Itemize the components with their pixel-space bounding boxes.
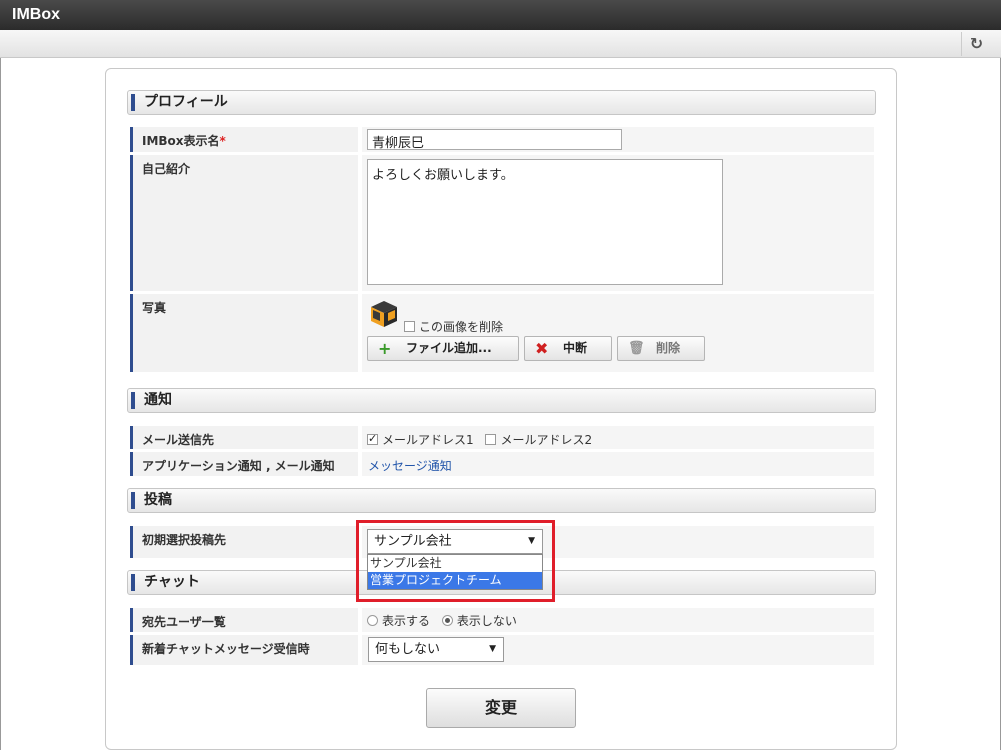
photo-placeholder-icon bbox=[371, 301, 397, 327]
recipient-list-options: 表示する 表示しない bbox=[367, 612, 517, 629]
add-file-button-label: ファイル追加... bbox=[406, 341, 492, 355]
initial-dest-selected: サンプル会社 bbox=[374, 534, 452, 549]
chevron-down-icon: ▼ bbox=[528, 536, 535, 546]
section-notification: 通知 bbox=[127, 388, 876, 413]
chevron-down-icon: ▼ bbox=[489, 644, 496, 654]
initial-dest-label: 初期選択投稿先 bbox=[130, 526, 358, 558]
add-file-button[interactable]: + ファイル追加... bbox=[367, 336, 519, 361]
abort-button[interactable]: ✖ 中断 bbox=[524, 336, 612, 361]
photo-label: 写真 bbox=[130, 294, 358, 372]
app-notify-label: アプリケーション通知 , メール通知 bbox=[130, 452, 358, 476]
mail-address-2-text: メールアドレス2 bbox=[500, 433, 593, 447]
hide-radio-text: 表示しない bbox=[456, 614, 517, 628]
mail-address-1-text: メールアドレス1 bbox=[382, 433, 474, 447]
cross-icon: ✖ bbox=[535, 339, 549, 358]
delete-image-text: この画像を削除 bbox=[419, 320, 504, 334]
dropdown-option[interactable]: 営業プロジェクトチーム bbox=[368, 572, 542, 589]
section-profile: プロフィール bbox=[127, 90, 876, 115]
initial-dest-dropdown: サンプル会社 営業プロジェクトチーム bbox=[367, 554, 543, 590]
required-mark: * bbox=[219, 134, 226, 148]
mail-dest-label: メール送信先 bbox=[130, 426, 358, 449]
abort-button-label: 中断 bbox=[563, 341, 588, 355]
app-title-bar: IMBox bbox=[0, 0, 1001, 30]
new-message-label: 新着チャットメッセージ受信時 bbox=[130, 635, 358, 665]
display-name-input[interactable]: 青柳辰巳 bbox=[367, 129, 622, 151]
show-radio-text: 表示する bbox=[382, 614, 431, 628]
display-name-label-text: IMBox表示名 bbox=[142, 134, 220, 148]
delete-image-option: この画像を削除 bbox=[404, 318, 503, 335]
submit-button[interactable]: 変更 bbox=[426, 688, 576, 728]
mail-address-1-checkbox[interactable] bbox=[367, 432, 378, 445]
trash-icon: 🗑 bbox=[628, 341, 645, 356]
mail-address-options: メールアドレス1 メールアドレス2 bbox=[367, 431, 592, 448]
section-post: 投稿 bbox=[127, 488, 876, 513]
message-notify-link[interactable]: メッセージ通知 bbox=[368, 457, 452, 474]
toolbar: ↻ bbox=[0, 30, 1001, 58]
display-name-label: IMBox表示名* bbox=[130, 127, 358, 152]
plus-icon: + bbox=[378, 339, 392, 358]
show-radio[interactable] bbox=[367, 615, 378, 626]
app-title: IMBox bbox=[12, 6, 60, 23]
new-message-selected: 何もしない bbox=[375, 642, 441, 657]
dropdown-option[interactable]: サンプル会社 bbox=[368, 555, 542, 572]
refresh-icon[interactable]: ↻ bbox=[961, 32, 991, 56]
delete-image-checkbox[interactable] bbox=[404, 321, 415, 332]
delete-button[interactable]: 🗑 削除 bbox=[617, 336, 705, 361]
intro-label: 自己紹介 bbox=[130, 155, 358, 291]
delete-button-label: 削除 bbox=[656, 341, 681, 355]
new-message-select[interactable]: 何もしない ▼ bbox=[368, 637, 504, 662]
recipient-list-label: 宛先ユーザ一覧 bbox=[130, 608, 358, 632]
initial-dest-select[interactable]: サンプル会社 ▼ bbox=[367, 529, 543, 554]
mail-address-2-checkbox[interactable] bbox=[485, 434, 497, 445]
hide-radio[interactable] bbox=[441, 615, 453, 626]
intro-textarea[interactable]: よろしくお願いします。 bbox=[367, 159, 723, 285]
